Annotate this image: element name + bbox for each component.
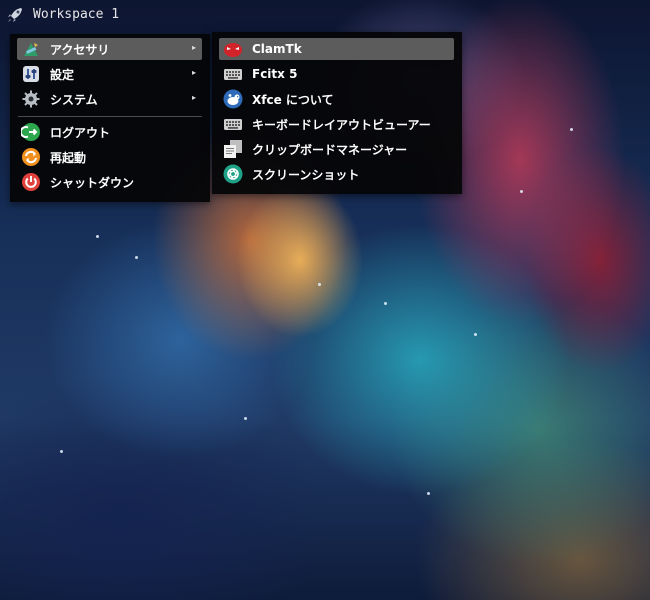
submenu-arrow-icon: ▸: [191, 68, 196, 77]
menu-item-shutdown[interactable]: シャットダウン: [17, 171, 202, 193]
system-gear-icon: [21, 89, 41, 109]
menu-item-system[interactable]: システム ▸: [17, 88, 202, 110]
applications-menu: アクセサリ ▸ 設定 ▸ システム ▸ ログアウト 再起動 シャットダウン: [10, 34, 210, 202]
clamtk-icon: [223, 39, 243, 59]
menu-item-label: Fcitx 5: [252, 67, 298, 81]
submenu-item-screenshot[interactable]: スクリーンショット: [219, 163, 454, 185]
keyboard-layout-icon: [223, 114, 243, 134]
menu-item-restart[interactable]: 再起動: [17, 146, 202, 168]
menu-item-label: 設定: [50, 67, 75, 82]
menu-item-settings[interactable]: 設定 ▸: [17, 63, 202, 85]
menu-item-label: ClamTk: [252, 42, 302, 56]
menu-item-label: クリップボードマネージャー: [252, 142, 408, 157]
submenu-arrow-icon: ▸: [191, 93, 196, 102]
submenu-item-about-xfce[interactable]: Xfce について: [219, 88, 454, 110]
restart-icon: [21, 147, 41, 167]
menu-item-label: アクセサリ: [50, 42, 110, 57]
screenshot-icon: [223, 164, 243, 184]
submenu-item-fcitx5[interactable]: Fcitx 5: [219, 63, 454, 85]
keyboard-icon: [223, 64, 243, 84]
menu-item-logout[interactable]: ログアウト: [17, 121, 202, 143]
menu-item-label: スクリーンショット: [252, 167, 360, 182]
menu-item-label: ログアウト: [50, 125, 111, 140]
menu-item-accessories[interactable]: アクセサリ ▸: [17, 38, 202, 60]
settings-icon: [21, 64, 41, 84]
submenu-item-keyboard-layout-viewer[interactable]: キーボードレイアウトビューアー: [219, 113, 454, 135]
clipboard-icon: [223, 139, 243, 159]
menu-item-label: Xfce について: [252, 92, 334, 107]
submenu-item-clipboard-manager[interactable]: クリップボードマネージャー: [219, 138, 454, 160]
menu-item-label: システム: [50, 92, 98, 107]
menu-separator: [18, 116, 202, 117]
power-icon: [21, 172, 41, 192]
menu-item-label: キーボードレイアウトビューアー: [252, 117, 431, 132]
submenu-item-clamtk[interactable]: ClamTk: [219, 38, 454, 60]
logout-icon: [21, 122, 41, 142]
rocket-icon[interactable]: [6, 6, 24, 24]
xfce-mouse-icon: [223, 89, 243, 109]
workspace-label[interactable]: Workspace 1: [33, 6, 119, 24]
menu-item-label: 再起動: [50, 150, 87, 165]
top-panel: Workspace 1: [0, 0, 650, 30]
submenu-arrow-icon: ▸: [191, 43, 196, 52]
accessories-submenu: ClamTk Fcitx 5 Xfce について キーボードレイアウトビューアー…: [212, 32, 462, 194]
accessories-icon: [21, 39, 41, 59]
menu-item-label: シャットダウン: [50, 175, 135, 190]
